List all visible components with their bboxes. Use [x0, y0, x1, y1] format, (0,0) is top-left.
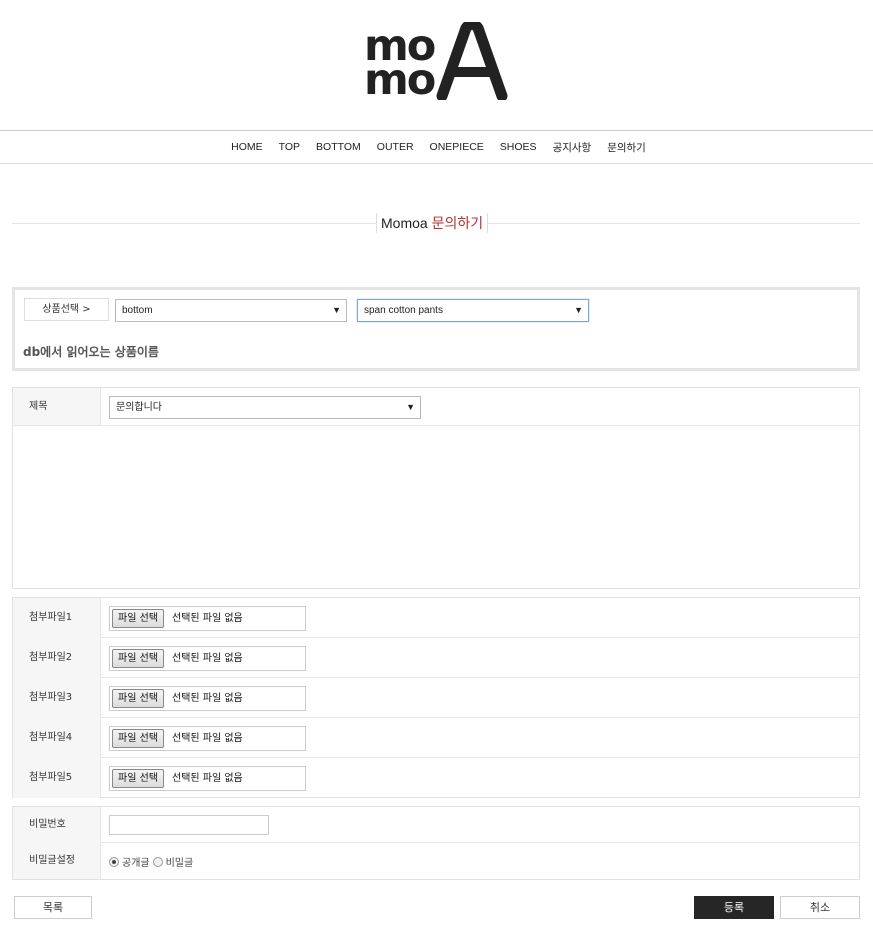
subject-label: 제목	[13, 388, 101, 425]
category-select-value: bottom	[122, 305, 153, 316]
page-title-sub: 문의하기	[431, 215, 484, 231]
dropdown-arrow-icon: ▼	[332, 305, 341, 315]
attachment-row: 첨부파일1 파일 선택 선택된 파일 없음	[13, 598, 859, 638]
file-status: 선택된 파일 없음	[172, 653, 243, 664]
password-label: 비밀번호	[13, 807, 101, 843]
dropdown-arrow-icon: ▼	[406, 402, 415, 412]
secret-radio-group: 공개글 비밀글	[109, 854, 196, 869]
nav-item-top[interactable]: TOP	[279, 141, 300, 153]
nav-item-home[interactable]: HOME	[231, 141, 263, 153]
attachment-row: 첨부파일3 파일 선택 선택된 파일 없음	[13, 678, 859, 718]
choose-file-button[interactable]: 파일 선택	[112, 689, 164, 708]
choose-file-button[interactable]: 파일 선택	[112, 729, 164, 748]
file-status: 선택된 파일 없음	[172, 773, 243, 784]
attachment-label: 첨부파일3	[13, 678, 101, 718]
nav-item-onepiece[interactable]: ONEPIECE	[430, 141, 484, 153]
logo-a-glyph	[436, 22, 508, 100]
file-status: 선택된 파일 없음	[172, 693, 243, 704]
nav-item-shoes[interactable]: SHOES	[500, 141, 537, 153]
subject-content-table: 제목 문의합니다 ▼	[12, 387, 860, 589]
product-select-value: span cotton pants	[364, 305, 443, 316]
choose-file-button[interactable]: 파일 선택	[112, 649, 164, 668]
password-row: 비밀번호	[13, 807, 859, 843]
logo-text-bottom: mo	[364, 55, 436, 105]
nav-item-bottom[interactable]: BOTTOM	[316, 141, 361, 153]
logo[interactable]: mo mo	[362, 22, 508, 105]
secret-label: 비밀글설정	[13, 843, 101, 879]
file-status: 선택된 파일 없음	[172, 613, 243, 624]
list-button[interactable]: 목록	[14, 896, 92, 919]
cancel-button[interactable]: 취소	[780, 896, 860, 919]
choose-file-button[interactable]: 파일 선택	[112, 609, 164, 628]
attachment-row: 첨부파일5 파일 선택 선택된 파일 없음	[13, 758, 859, 798]
subject-select[interactable]: 문의합니다 ▼	[109, 396, 421, 419]
file-input[interactable]: 파일 선택 선택된 파일 없음	[109, 766, 306, 791]
public-radio-label: 공개글	[122, 858, 150, 869]
file-input[interactable]: 파일 선택 선택된 파일 없음	[109, 686, 306, 711]
secret-row: 비밀글설정 공개글 비밀글	[13, 843, 859, 879]
product-select-panel: 상품선택 > bottom ▼ span cotton pants ▼ db에서…	[12, 287, 860, 371]
file-input[interactable]: 파일 선택 선택된 파일 없음	[109, 606, 306, 631]
password-table: 비밀번호 비밀글설정 공개글 비밀글	[12, 806, 860, 880]
page-title-brand: Momoa	[381, 215, 428, 231]
submit-button[interactable]: 등록	[694, 896, 774, 919]
nav-item-outer[interactable]: OUTER	[377, 141, 414, 153]
page-title: Momoa 문의하기	[376, 213, 489, 233]
subject-select-value: 문의합니다	[116, 402, 162, 413]
attachment-row: 첨부파일2 파일 선택 선택된 파일 없음	[13, 638, 859, 678]
product-select-label: 상품선택 >	[24, 298, 109, 321]
choose-file-button[interactable]: 파일 선택	[112, 769, 164, 788]
nav-item-inquiry[interactable]: 문의하기	[607, 140, 646, 155]
file-status: 선택된 파일 없음	[172, 733, 243, 744]
file-input[interactable]: 파일 선택 선택된 파일 없음	[109, 646, 306, 671]
attachments-table: 첨부파일1 파일 선택 선택된 파일 없음 첨부파일2 파일 선택 선택된 파일…	[12, 597, 860, 798]
file-input[interactable]: 파일 선택 선택된 파일 없음	[109, 726, 306, 751]
password-input[interactable]	[109, 815, 269, 835]
public-radio[interactable]	[109, 856, 119, 867]
secret-radio-label: 비밀글	[165, 858, 194, 869]
main-nav: HOME TOP BOTTOM OUTER ONEPIECE SHOES 공지사…	[0, 130, 873, 164]
content-textarea[interactable]	[13, 426, 859, 588]
attachment-label: 첨부파일1	[13, 598, 101, 638]
attachment-label: 첨부파일4	[13, 718, 101, 758]
secret-radio[interactable]	[152, 856, 163, 867]
category-select[interactable]: bottom ▼	[115, 299, 347, 322]
attachment-label: 첨부파일5	[13, 758, 101, 798]
attachment-row: 첨부파일4 파일 선택 선택된 파일 없음	[13, 718, 859, 758]
dropdown-arrow-icon: ▼	[574, 305, 583, 315]
nav-item-notice[interactable]: 공지사항	[553, 140, 592, 155]
product-name: db에서 읽어오는 상품이름	[23, 345, 159, 359]
attachment-label: 첨부파일2	[13, 638, 101, 678]
product-select[interactable]: span cotton pants ▼	[357, 299, 589, 322]
